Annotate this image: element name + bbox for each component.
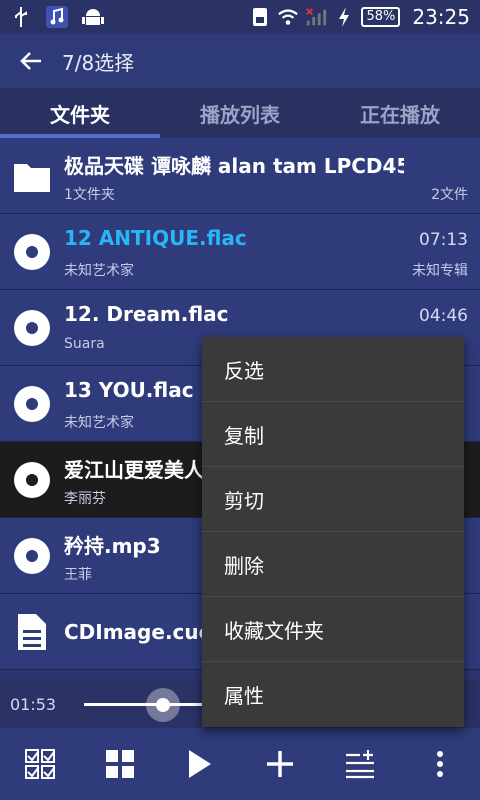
menu-item-invert-selection[interactable]: 反选 — [202, 337, 464, 402]
item-duration: 07:13 — [419, 230, 468, 250]
disc-icon — [14, 234, 50, 270]
grid-icon — [106, 750, 134, 778]
item-duration: 04:46 — [419, 306, 468, 326]
add-button[interactable] — [250, 734, 310, 794]
select-all-icon — [25, 749, 55, 779]
list-item[interactable]: 12 ANTIQUE.flac 未知艺术家 07:13 未知专辑 — [0, 214, 480, 290]
back-button[interactable] — [0, 34, 62, 88]
disc-icon — [14, 386, 50, 422]
folder-icon — [14, 158, 50, 194]
battery-level: 58% — [361, 7, 401, 27]
android-icon — [82, 6, 104, 28]
menu-item-copy[interactable]: 复制 — [202, 402, 464, 467]
tab-playlist[interactable]: 播放列表 — [160, 88, 320, 138]
sim-icon — [249, 6, 271, 28]
add-to-queue-button[interactable] — [330, 734, 390, 794]
menu-item-favorite-folder[interactable]: 收藏文件夹 — [202, 597, 464, 662]
signal-icon — [305, 6, 327, 28]
menu-item-delete[interactable]: 删除 — [202, 532, 464, 597]
tab-folder[interactable]: 文件夹 — [0, 88, 160, 138]
clock: 23:25 — [412, 5, 470, 29]
tab-bar: 文件夹 播放列表 正在播放 — [0, 88, 480, 138]
bottom-toolbar — [0, 728, 480, 800]
item-name: 12. Dream.flac — [64, 302, 229, 326]
more-vert-icon — [437, 751, 443, 777]
disc-icon — [14, 538, 50, 574]
arrow-back-icon — [20, 52, 41, 70]
menu-item-properties[interactable]: 属性 — [202, 662, 464, 727]
status-bar: 58% 23:25 — [0, 0, 480, 34]
item-artist: 未知艺术家 — [64, 263, 134, 279]
tab-now-playing[interactable]: 正在播放 — [320, 88, 480, 138]
menu-item-cut[interactable]: 剪切 — [202, 467, 464, 532]
item-artist: 李丽芬 — [64, 491, 106, 507]
item-sub: 1文件夹 — [64, 187, 115, 203]
select-all-button[interactable] — [10, 734, 70, 794]
seek-track[interactable] — [84, 703, 204, 706]
context-menu: 反选 复制 剪切 删除 收藏文件夹 属性 — [202, 337, 464, 727]
play-icon — [189, 750, 211, 778]
item-name: 极品天碟 谭咏麟 alan tam LPCD45II 首批... — [64, 154, 404, 178]
list-item[interactable]: 极品天碟 谭咏麟 alan tam LPCD45II 首批... 1文件夹 2文… — [0, 138, 480, 214]
charging-icon — [333, 6, 355, 28]
item-artist: 未知艺术家 — [64, 415, 134, 431]
more-button[interactable] — [410, 734, 470, 794]
grid-view-button[interactable] — [90, 734, 150, 794]
wifi-icon — [277, 6, 299, 28]
seek-thumb[interactable] — [146, 688, 180, 722]
elapsed-time: 01:53 — [10, 694, 57, 714]
play-button[interactable] — [170, 734, 230, 794]
usb-icon — [10, 6, 32, 28]
page-title: 7/8选择 — [62, 50, 135, 75]
disc-icon — [14, 310, 50, 346]
add-to-queue-icon — [346, 750, 374, 779]
item-artist: 王菲 — [64, 567, 92, 583]
item-artist: Suara — [64, 336, 105, 352]
document-icon — [14, 614, 50, 650]
music-app-icon — [46, 6, 68, 28]
app-bar: 7/8选择 — [0, 34, 480, 88]
item-name: 12 ANTIQUE.flac — [64, 226, 247, 250]
item-album: 未知专辑 — [412, 263, 468, 279]
add-icon — [267, 751, 293, 777]
disc-icon — [14, 462, 50, 498]
item-count: 2文件 — [431, 187, 468, 203]
